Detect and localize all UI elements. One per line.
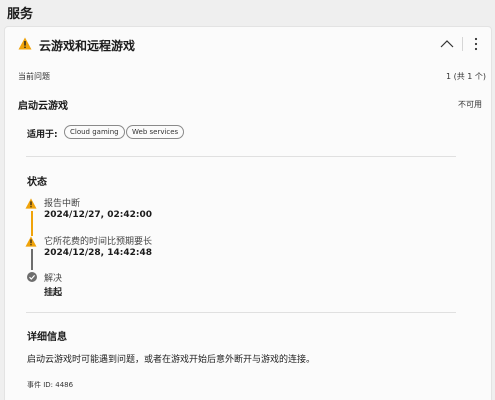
timeline-step-1-label: 报告中断 (44, 199, 81, 209)
issue-count: 1 (共 1 个) (446, 72, 487, 81)
timeline-step-1-value: 2024/12/27, 02:42:00 (44, 210, 152, 220)
timeline-step-3-label: 解决 (44, 274, 63, 284)
chevron-up-icon[interactable] (438, 35, 456, 53)
timeline-connector-1 (31, 211, 33, 236)
card-header[interactable]: 云游戏和远程游戏 (5, 27, 491, 63)
issue-state: 不可用 (458, 100, 482, 109)
header-divider (462, 37, 463, 51)
details-text: 启动云游戏时可能遇到问题，或者在游戏开始后意外断开与游戏的连接。 (27, 355, 316, 365)
warning-icon (18, 37, 32, 50)
details-heading: 详细信息 (27, 332, 67, 343)
timeline-step-2-label: 它所花费的时间比预期要长 (44, 237, 153, 247)
section-title: 服务 (7, 7, 34, 22)
warning-icon (25, 198, 37, 209)
event-id: 事件 ID: 4486 (27, 381, 74, 389)
status-heading: 状态 (27, 177, 47, 188)
issue-title: 启动云游戏 (18, 101, 68, 112)
chip-cloud-gaming: Cloud gaming (64, 125, 125, 139)
timeline-step-3-value: 挂起 (44, 288, 63, 298)
timeline-step-2-value: 2024/12/28, 14:42:48 (44, 248, 152, 258)
card-title: 云游戏和远程游戏 (39, 39, 136, 53)
current-issues-label: 当前问题 (18, 72, 50, 81)
divider (26, 312, 456, 313)
applies-to-label: 适用于: (27, 130, 58, 140)
more-vertical-icon[interactable] (470, 35, 482, 53)
warning-icon (25, 236, 37, 247)
checkmark-icon (27, 272, 37, 282)
service-card: 云游戏和远程游戏 当前问题 1 (共 1 个) 启动云游戏 不可用 适用于: C… (4, 26, 492, 400)
timeline-connector-2 (31, 249, 33, 270)
chip-web-services: Web services (126, 125, 185, 139)
divider (26, 156, 456, 157)
